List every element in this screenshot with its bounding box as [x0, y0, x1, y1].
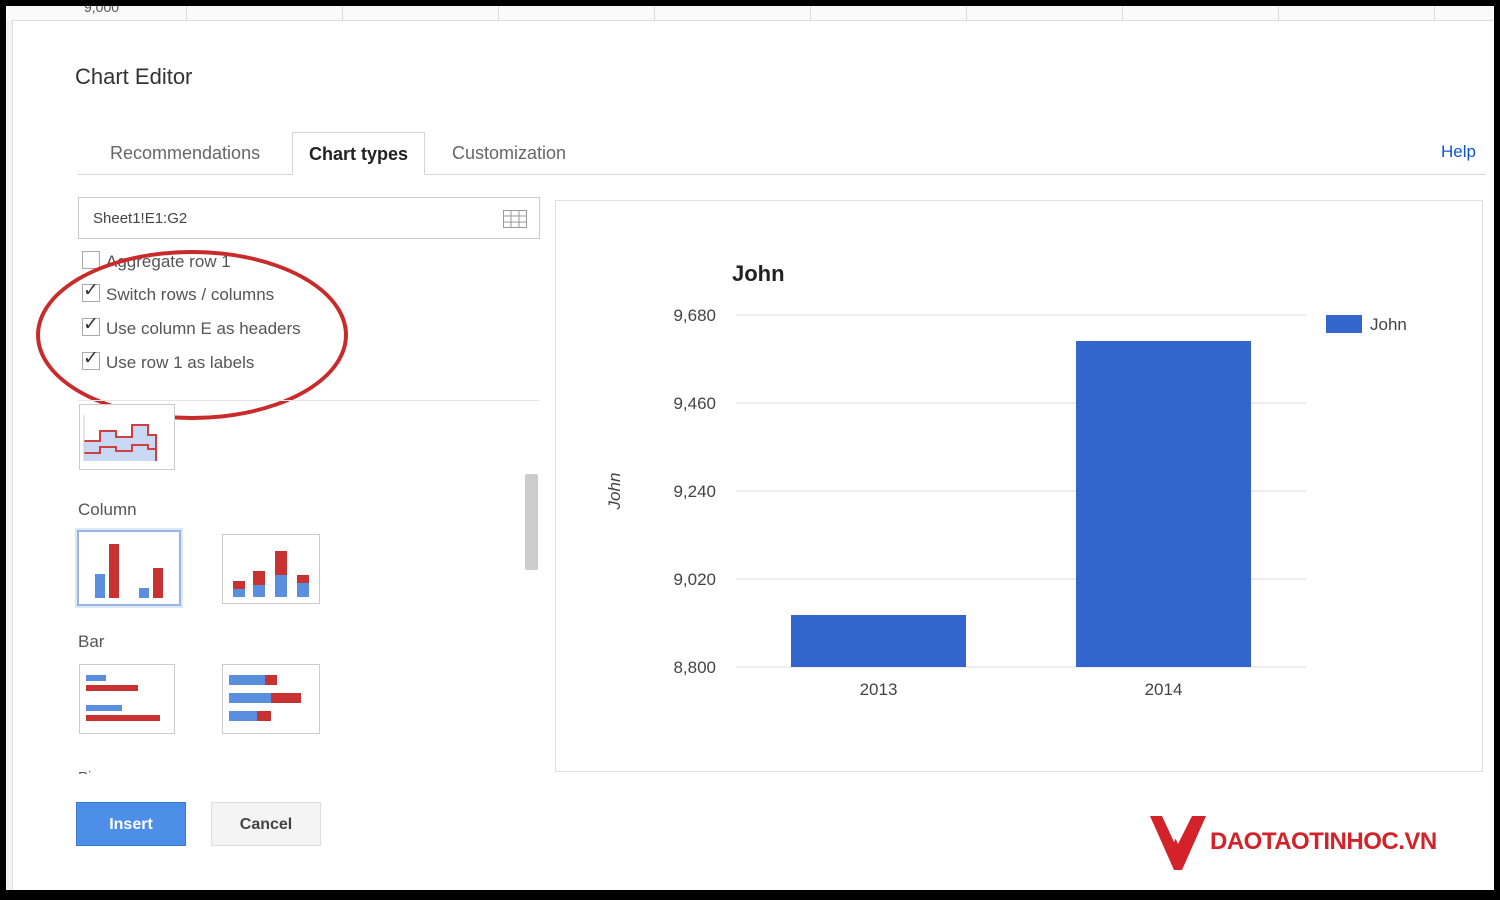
- dialog-title: Chart Editor: [75, 64, 193, 89]
- stacked-column-chart-thumbnail[interactable]: [222, 534, 320, 604]
- chart-preview-panel: John 8,800 9,020 9,240 9,460 9,680 John 2013 201…: [555, 200, 1483, 772]
- chart-svg: John 8,800 9,020 9,240 9,460 9,680 John 2013 201…: [605, 261, 1407, 699]
- tab-chart-types[interactable]: Chart types: [292, 132, 426, 175]
- tab-customization[interactable]: Customization: [452, 132, 566, 174]
- x-tick-label: 2014: [1145, 680, 1183, 699]
- watermark-v-logo-icon: [1150, 816, 1206, 870]
- sheet-cell: [654, 6, 655, 20]
- x-tick-label: 2013: [860, 680, 898, 699]
- chart-editor-dialog: 9,000 Chart Editor Recommendations Chart…: [6, 6, 1494, 890]
- data-range-input[interactable]: Sheet1!E1:G2: [78, 197, 540, 239]
- sheet-cell: [1434, 6, 1435, 20]
- section-pie-cut: Pie: [78, 764, 100, 774]
- options-divider: [78, 400, 540, 401]
- stacked-bar-chart-thumbnail[interactable]: [222, 664, 320, 734]
- stacked-bar-chart-icon: [229, 675, 301, 721]
- help-link[interactable]: Help: [1441, 142, 1476, 162]
- chart-types-scrollbar[interactable]: [525, 474, 538, 570]
- y-tick-label: 9,680: [673, 306, 716, 325]
- sheet-cell: [810, 6, 811, 20]
- stepped-area-chart-icon: [83, 415, 157, 461]
- stepped-area-chart-thumbnail[interactable]: [79, 404, 175, 470]
- bar-chart-icon: [86, 675, 160, 721]
- tab-bar: Recommendations Chart types Customizatio…: [78, 132, 1486, 175]
- tab-recommendations[interactable]: Recommendations: [110, 132, 260, 174]
- chart-title: John: [732, 261, 785, 286]
- stacked-column-chart-icon: [233, 551, 309, 597]
- sheet-cell-value: 9,000: [84, 6, 120, 15]
- section-bar: Bar: [78, 632, 105, 651]
- watermark-text: DAOTAOTINHOC.VN: [1210, 828, 1437, 855]
- select-range-grid-icon[interactable]: [503, 210, 527, 228]
- y-tick-label: 9,460: [673, 394, 716, 413]
- sheet-cell: [186, 6, 187, 20]
- column-chart-thumbnail[interactable]: [77, 530, 181, 606]
- spreadsheet-background-strip: 9,000: [6, 6, 1494, 21]
- y-tick-label: 9,020: [673, 570, 716, 589]
- y-axis-label: John: [605, 473, 624, 511]
- sheet-cell: [1278, 6, 1279, 20]
- section-column: Column: [78, 500, 137, 519]
- insert-button[interactable]: Insert: [76, 802, 186, 846]
- sheet-cell: [342, 6, 343, 20]
- bar-chart-thumbnail[interactable]: [79, 664, 175, 734]
- highlight-circle-annotation: [36, 250, 348, 420]
- cancel-button[interactable]: Cancel: [211, 802, 321, 846]
- data-range-value: Sheet1!E1:G2: [93, 210, 188, 227]
- watermark-logo: DAOTAOTINHOC.VN: [1148, 810, 1488, 874]
- legend-swatch: [1326, 315, 1362, 333]
- sheet-cell: [966, 6, 967, 20]
- y-tick-label: 8,800: [673, 658, 716, 677]
- legend-label: John: [1370, 315, 1407, 334]
- bar-2013: [791, 615, 966, 667]
- sheet-cell: [498, 6, 499, 20]
- bar-2014: [1076, 341, 1251, 667]
- sheet-cell: [1122, 6, 1123, 20]
- sheet-row-header-edge: [6, 20, 13, 890]
- column-chart-icon: [95, 544, 163, 598]
- y-tick-label: 9,240: [673, 482, 716, 501]
